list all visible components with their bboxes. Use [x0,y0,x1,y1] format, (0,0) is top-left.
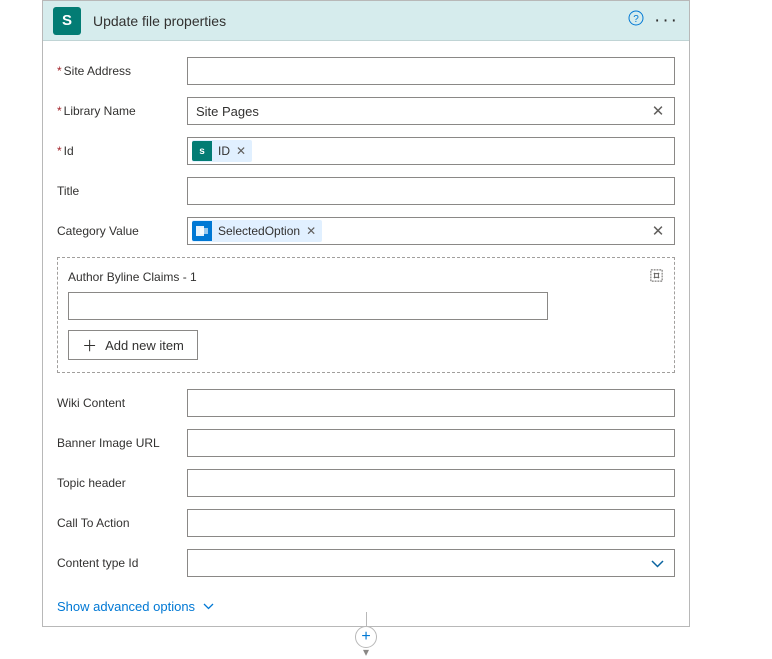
down-arrow-icon: ▾ [363,646,369,658]
category-token[interactable]: SelectedOption ✕ [192,220,322,242]
remove-token-icon[interactable]: ✕ [306,224,316,238]
add-new-item-button[interactable]: ＋ Add new item [68,330,198,360]
more-menu[interactable]: ··· [654,11,679,30]
clear-icon[interactable]: ✕ [646,102,670,120]
plus-icon: ＋ [82,335,97,356]
author-byline-label: Author Byline Claims - 1 [68,270,649,284]
svg-text:?: ? [633,14,639,25]
chevron-down-icon[interactable] [644,556,670,571]
call-to-action-label: Call To Action [57,516,187,530]
help-icon[interactable]: ? [628,10,644,31]
library-name-label: *Library Name [57,104,187,118]
remove-token-icon[interactable]: ✕ [236,144,246,158]
clear-icon[interactable]: ✕ [646,222,670,240]
author-byline-input[interactable] [68,292,548,320]
action-title[interactable]: Update file properties [93,13,628,29]
author-byline-group: Author Byline Claims - 1 ＋ Add new item [57,257,675,373]
outlook-token-icon [192,221,212,241]
category-value-label: Category Value [57,224,187,238]
category-value-input[interactable]: SelectedOption ✕ ✕ [187,217,675,245]
show-advanced-options[interactable]: Show advanced options [57,599,214,614]
add-step-button[interactable]: + [355,626,377,648]
wiki-content-input[interactable] [187,389,675,417]
action-header: S Update file properties ? ··· [43,1,689,41]
banner-url-input[interactable] [187,429,675,457]
sharepoint-token-icon: s [192,141,212,161]
call-to-action-input[interactable] [187,509,675,537]
topic-header-label: Topic header [57,476,187,490]
library-name-input[interactable]: Site Pages ✕ [187,97,675,125]
sharepoint-icon: S [53,7,81,35]
site-address-label: *Site Address [57,64,187,78]
switch-view-icon[interactable] [649,268,664,286]
id-input[interactable]: s ID ✕ [187,137,675,165]
wiki-content-label: Wiki Content [57,396,187,410]
banner-url-label: Banner Image URL [57,436,187,450]
site-address-input[interactable] [187,57,675,85]
title-input[interactable] [187,177,675,205]
content-type-id-input[interactable] [187,549,675,577]
title-label: Title [57,184,187,198]
topic-header-input[interactable] [187,469,675,497]
id-label: *Id [57,144,187,158]
id-token[interactable]: s ID ✕ [192,140,252,162]
add-step-connector: + ▾ [355,612,377,658]
content-type-id-label: Content type Id [57,556,187,570]
